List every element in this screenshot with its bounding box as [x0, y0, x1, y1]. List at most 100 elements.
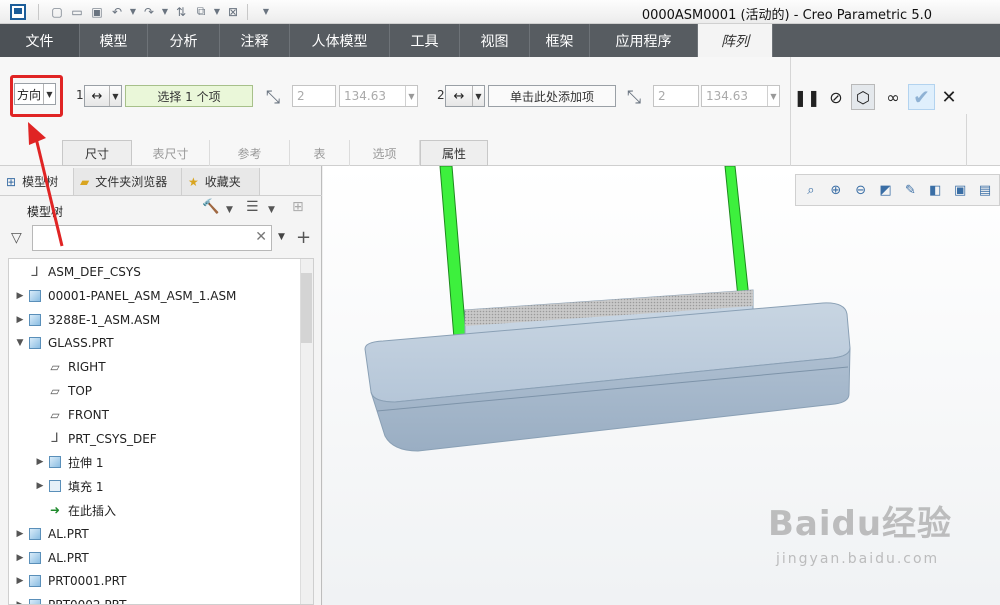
chevron-down-icon[interactable]: ▼ [268, 205, 275, 215]
separator [966, 114, 967, 166]
tab-framework[interactable]: 框架 [530, 24, 590, 57]
linear-direction-icon: ↔ [453, 88, 465, 104]
expand-arrow-icon[interactable]: ▶ [13, 529, 27, 539]
chevron-down-icon[interactable]: ▼ [405, 86, 417, 106]
verify-glasses-icon[interactable]: ∞ [881, 84, 905, 110]
expand-arrow-icon[interactable]: ▶ [33, 457, 47, 467]
view-manager-icon[interactable]: ▤ [974, 179, 996, 201]
clear-icon[interactable]: ✕ [255, 229, 267, 245]
chevron-down-icon[interactable]: ▼ [109, 86, 121, 106]
graphics-viewport[interactable]: ⌕ ⊕ ⊖ ◩ ✎ ◧ ▣ ▤ Baidu经验 jingyan.baidu.co… [323, 166, 1000, 605]
tab-model-tree[interactable]: ⊞ 模型树 [0, 168, 74, 195]
app-icon[interactable] [10, 3, 26, 20]
no-preview-icon[interactable]: ⊘ [824, 84, 848, 110]
zoom-out-icon[interactable]: ⊖ [850, 179, 872, 201]
filter-funnel-icon[interactable]: ▽ [11, 230, 22, 246]
ok-check-icon[interactable]: ✔ [908, 84, 935, 110]
subtab-properties[interactable]: 属性 [420, 140, 488, 166]
subtab-dimensions[interactable]: 尺寸 [62, 140, 132, 166]
tab-applications[interactable]: 应用程序 [590, 24, 698, 57]
tree-row[interactable]: ▶ 填充 1 [9, 475, 104, 497]
subtab-references[interactable]: 参考 [210, 140, 290, 166]
open-folder-icon[interactable]: ▭ [69, 4, 85, 20]
close-window-icon[interactable]: ⊠ [225, 4, 241, 20]
glass-panel-strip-left[interactable] [439, 166, 469, 364]
chevron-down-icon[interactable]: ▼ [472, 86, 484, 106]
customize-toolbar-icon[interactable]: ▼ [258, 4, 274, 20]
show-list-icon[interactable]: ☰ [246, 199, 259, 215]
tree-row[interactable]: ➜ 在此插入 [9, 499, 116, 521]
scrollbar-thumb[interactable] [301, 273, 312, 343]
tab-tools[interactable]: 工具 [390, 24, 460, 57]
tree-row[interactable]: ▱ TOP [9, 380, 92, 402]
settings-tools-icon[interactable]: 🔨 [202, 199, 219, 215]
direction-1-count-input[interactable]: 2 [292, 85, 336, 107]
tree-row[interactable]: ⅃ PRT_CSYS_DEF [9, 428, 156, 450]
collapse-arrow-icon[interactable]: ▼ [13, 338, 27, 348]
tree-row[interactable]: ▼ GLASS.PRT [9, 332, 114, 354]
display-style-icon[interactable]: ◧ [924, 179, 946, 201]
redo-icon[interactable]: ↷ [141, 4, 157, 20]
dropdown-arrow-icon[interactable]: ▼ [161, 4, 169, 20]
direction-2-type-button[interactable]: ↔ ▼ [445, 85, 485, 107]
dropdown-arrow-icon[interactable]: ▼ [129, 4, 137, 20]
tree-row[interactable]: ▶ 00001-PANEL_ASM_ASM_1.ASM [9, 285, 237, 307]
refit-icon[interactable]: ⌕ [800, 179, 822, 201]
part-icon [27, 336, 43, 350]
expand-arrow-icon[interactable]: ▶ [13, 600, 27, 604]
tab-view[interactable]: 视图 [460, 24, 530, 57]
tree-filter-columns-icon[interactable]: ⊞ [292, 199, 304, 215]
pause-icon[interactable]: ❚❚ [794, 84, 821, 110]
save-icon[interactable]: ▣ [89, 4, 105, 20]
tab-file[interactable]: 文件 [0, 24, 80, 57]
direction-2-reference-collector[interactable]: 单击此处添加项 [488, 85, 616, 107]
add-icon[interactable]: + [296, 227, 311, 248]
tree-row[interactable]: ▶ AL.PRT [9, 547, 89, 569]
expand-arrow-icon[interactable]: ▶ [33, 481, 47, 491]
direction-2-count-input[interactable]: 2 [653, 85, 699, 107]
direction-1-reference-collector[interactable]: 选择 1 个项 [125, 85, 253, 107]
tree-row[interactable]: ▶ 拉伸 1 [9, 451, 104, 473]
subtab-options[interactable]: 选项 [350, 140, 420, 166]
undo-icon[interactable]: ↶ [109, 4, 125, 20]
tab-favorites[interactable]: ★ 收藏夹 [182, 168, 260, 195]
expand-arrow-icon[interactable]: ▶ [13, 315, 27, 325]
tree-search-input[interactable]: ✕ [32, 225, 272, 251]
tab-manikin[interactable]: 人体模型 [290, 24, 390, 57]
expand-arrow-icon[interactable]: ▶ [13, 291, 27, 301]
chevron-down-icon[interactable]: ▼ [278, 232, 285, 242]
tree-scrollbar[interactable] [300, 259, 313, 604]
tree-row[interactable]: ▶ AL.PRT [9, 523, 89, 545]
saved-views-icon[interactable]: ▣ [949, 179, 971, 201]
chevron-down-icon[interactable]: ▼ [767, 86, 779, 106]
tree-row[interactable]: ⅃ ASM_DEF_CSYS [9, 261, 140, 283]
direction-1-type-button[interactable]: ↔ ▼ [84, 85, 122, 107]
direction-2-spacing-input[interactable]: 134.63 ▼ [701, 85, 780, 107]
direction-1-number: 1 [76, 88, 84, 102]
tree-row[interactable]: ▱ FRONT [9, 404, 109, 426]
new-file-icon[interactable]: ▢ [49, 4, 65, 20]
tab-analysis[interactable]: 分析 [148, 24, 220, 57]
regenerate-icon[interactable]: ⇅ [173, 4, 189, 20]
tab-folder-browser[interactable]: ▰ 文件夹浏览器 [74, 168, 182, 195]
direction-1-spacing-input[interactable]: 134.63 ▼ [339, 85, 418, 107]
cancel-x-icon[interactable]: ✕ [937, 84, 961, 110]
tab-model[interactable]: 模型 [80, 24, 148, 57]
expand-arrow-icon[interactable]: ▶ [13, 553, 27, 563]
subtab-tables[interactable]: 表 [290, 140, 350, 166]
windows-icon[interactable]: ⧉ [193, 4, 209, 20]
subtab-table-dimensions[interactable]: 表尺寸 [132, 140, 210, 166]
repaint-icon[interactable]: ◩ [875, 179, 897, 201]
tab-annotate[interactable]: 注释 [220, 24, 290, 57]
spin-center-icon[interactable]: ✎ [900, 179, 922, 201]
expand-arrow-icon[interactable]: ▶ [13, 576, 27, 586]
tree-row[interactable]: ▱ RIGHT [9, 356, 105, 378]
tab-pattern[interactable]: 阵列 [698, 24, 773, 57]
dropdown-arrow-icon[interactable]: ▼ [213, 4, 221, 20]
tree-row[interactable]: ▶ 3288E-1_ASM.ASM [9, 309, 161, 331]
chevron-down-icon[interactable]: ▼ [226, 205, 233, 215]
tree-row[interactable]: ▶ PRT0002.PRT [9, 594, 126, 604]
attached-preview-icon[interactable]: ⬡ [851, 84, 875, 110]
zoom-in-icon[interactable]: ⊕ [825, 179, 847, 201]
tree-row[interactable]: ▶ PRT0001.PRT [9, 570, 127, 592]
